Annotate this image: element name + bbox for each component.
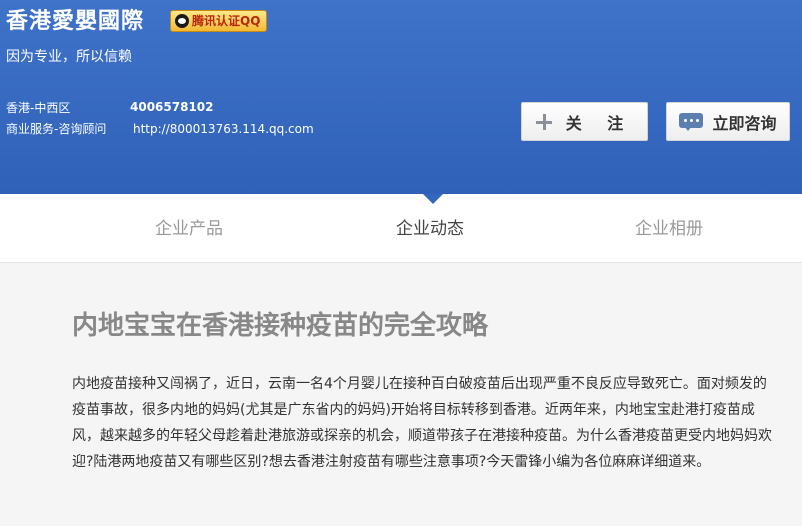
article-title: 内地宝宝在香港接种疫苗的完全攻略 [72,311,489,341]
article-body: 内地疫苗接种又闯祸了，近日，云南一名4个月婴儿在接种百白破疫苗后出现严重不良反应… [72,376,772,470]
qq-penguin-icon [175,14,189,28]
follow-button[interactable]: 关 注 [521,102,648,141]
company-url[interactable]: http://800013763.114.qq.com [133,120,314,138]
company-name: 香港愛嬰國際 [6,9,145,34]
company-header: 香港愛嬰國際 腾讯认证QQ 因为专业，所以信赖 香港-中西区 商业服务-咨询顾问… [0,0,802,194]
qq-certified-badge[interactable]: 腾讯认证QQ [170,10,268,32]
consult-button-label: 立即咨询 [712,113,777,133]
active-tab-pointer [423,194,443,204]
section-nav: 企业产品 企业动态 企业相册 [0,194,802,263]
chat-bubble-icon [679,112,704,131]
follow-button-label: 关 注 [565,113,634,133]
consult-button[interactable]: 立即咨询 [666,102,790,141]
company-address: 香港-中西区 [6,101,71,115]
plus-icon [535,113,552,130]
qq-badge-label: 腾讯认证QQ [192,14,261,28]
company-slogan: 因为专业，所以信赖 [6,49,132,65]
tab-album[interactable]: 企业相册 [635,217,703,241]
company-phone: 4006578102 [130,100,214,114]
article-area: 内地宝宝在香港接种疫苗的完全攻略 内地疫苗接种又闯祸了，近日，云南一名4个月婴儿… [0,264,802,526]
company-service: 商业服务-咨询顾问 [6,122,107,136]
tab-products[interactable]: 企业产品 [155,217,223,241]
tab-news[interactable]: 企业动态 [396,217,464,241]
